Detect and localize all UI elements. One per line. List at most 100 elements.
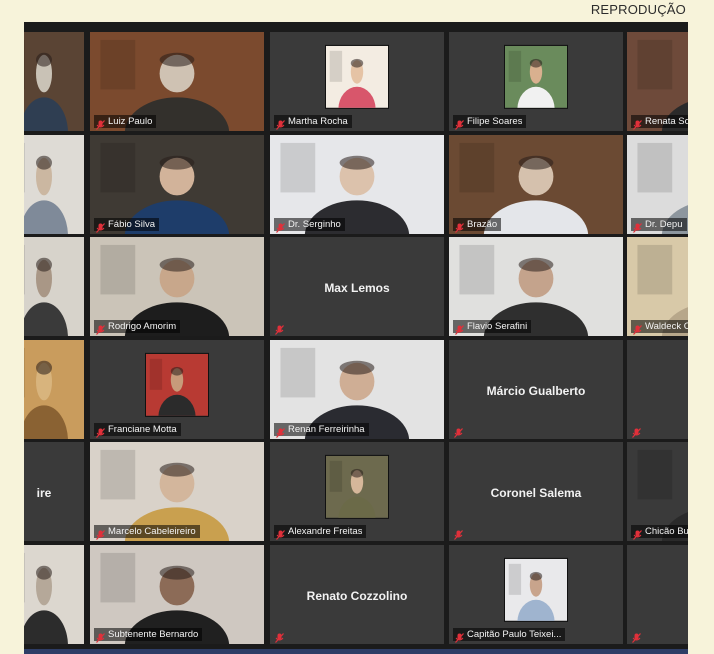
participant-video bbox=[24, 32, 84, 131]
participant-tile-r0c1[interactable]: Luiz Paulo bbox=[90, 32, 264, 131]
mic-muted-icon bbox=[632, 630, 641, 643]
participant-tile-r3c2[interactable]: Renan Ferreirinha bbox=[270, 340, 444, 439]
participant-tile-r5c3[interactable]: Capitão Paulo Teixei... bbox=[449, 545, 623, 644]
participant-tile-r5c1[interactable]: Subtenente Bernardo bbox=[90, 545, 264, 644]
participant-video bbox=[24, 237, 84, 336]
profile-photo bbox=[325, 454, 389, 519]
participant-tile-r2c3[interactable]: Flavio Serafini bbox=[449, 237, 623, 336]
participant-name: Brazão bbox=[467, 219, 498, 230]
participant-name: Filipe Soares bbox=[467, 116, 523, 127]
participant-tile-r0c4[interactable]: Renata So bbox=[627, 32, 688, 131]
participant-display-name: Coronel Salema bbox=[490, 485, 582, 500]
mic-muted-icon bbox=[276, 220, 285, 233]
mic-muted-icon bbox=[276, 117, 285, 130]
mic-muted-icon bbox=[632, 425, 641, 438]
mic-muted-icon bbox=[454, 425, 463, 438]
participant-name-label: Luiz Paulo bbox=[94, 115, 157, 130]
participant-display-name: ire bbox=[36, 485, 52, 500]
participant-name: Alexandre Freitas bbox=[288, 526, 363, 537]
participant-tile-r2c0[interactable] bbox=[24, 237, 84, 336]
mic-muted-icon bbox=[96, 117, 105, 130]
mic-muted-icon bbox=[96, 220, 105, 233]
profile-photo bbox=[504, 557, 568, 622]
participant-tile-r3c1[interactable]: Franciane Motta bbox=[90, 340, 264, 439]
participant-tile-r2c4[interactable]: Waldeck Car bbox=[627, 237, 688, 336]
participant-name-label: Filipe Soares bbox=[453, 115, 527, 130]
participant-tile-r3c0[interactable] bbox=[24, 340, 84, 439]
participant-tile-r2c2[interactable]: Max Lemos bbox=[270, 237, 444, 336]
participant-display-name: Pl bbox=[627, 384, 688, 398]
profile-photo bbox=[325, 44, 389, 109]
photo-credit: REPRODUÇÃO bbox=[590, 2, 686, 17]
participant-name-label: Rodrigo Amorim bbox=[94, 320, 181, 335]
participant-tile-r4c1[interactable]: Marcelo Cabeleireiro bbox=[90, 442, 264, 541]
mic-muted-icon bbox=[96, 322, 105, 335]
mic-muted-icon bbox=[96, 425, 105, 438]
participant-video bbox=[24, 545, 84, 644]
video-call-grid: Luiz Paulo Martha Rocha Filipe Soares Renat… bbox=[24, 22, 688, 654]
participant-tile-r5c4[interactable]: Del. bbox=[627, 545, 688, 644]
participant-name: Rodrigo Amorim bbox=[108, 321, 177, 332]
participant-name-label: Waldeck Car bbox=[631, 320, 688, 335]
mic-muted-icon bbox=[455, 630, 464, 643]
participant-tile-r4c3[interactable]: Coronel Salema bbox=[449, 442, 623, 541]
participant-tile-r4c2[interactable]: Alexandre Freitas bbox=[270, 442, 444, 541]
participant-name-label: Martha Rocha bbox=[274, 115, 352, 130]
participant-name: Chicão Bu bbox=[645, 526, 688, 537]
participant-tile-r3c3[interactable]: Márcio Gualberto bbox=[449, 340, 623, 439]
participant-name-label: Marcelo Cabeleireiro bbox=[94, 525, 200, 540]
mic-muted-icon bbox=[96, 630, 105, 643]
participant-name-label: Franciane Motta bbox=[94, 423, 181, 438]
participant-name-label: Brazão bbox=[453, 218, 502, 233]
participant-name: Dr. Depu bbox=[645, 219, 683, 230]
participant-name: Capitão Paulo Teixei... bbox=[467, 629, 562, 640]
participant-tile-r4c4[interactable]: Chicão Bu bbox=[627, 442, 688, 541]
participant-name: Luiz Paulo bbox=[108, 116, 153, 127]
mic-muted-icon bbox=[455, 220, 464, 233]
participant-tile-r1c3[interactable]: Brazão bbox=[449, 135, 623, 234]
participant-name-label: Flavio Serafini bbox=[453, 320, 532, 335]
participant-name: Martha Rocha bbox=[288, 116, 348, 127]
participant-tile-r3c4[interactable]: Pl bbox=[627, 340, 688, 439]
profile-photo bbox=[145, 352, 209, 417]
mic-muted-icon bbox=[633, 527, 642, 540]
participant-display-name: Renato Cozzolino bbox=[306, 588, 408, 603]
participant-name-label: Dr. Depu bbox=[631, 218, 687, 233]
mic-muted-icon bbox=[633, 220, 642, 233]
participant-name-label: Renan Ferreirinha bbox=[274, 423, 369, 438]
participant-name: Flavio Serafini bbox=[467, 321, 528, 332]
participant-name: Marcelo Cabeleireiro bbox=[108, 526, 196, 537]
participant-tile-r0c0[interactable] bbox=[24, 32, 84, 131]
meeting-toolbar bbox=[24, 649, 688, 654]
participant-tile-r0c2[interactable]: Martha Rocha bbox=[270, 32, 444, 131]
participant-name: Franciane Motta bbox=[108, 424, 177, 435]
participant-tile-r1c2[interactable]: Dr. Serginho bbox=[270, 135, 444, 234]
participant-video bbox=[24, 135, 84, 234]
participant-tile-r0c3[interactable]: Filipe Soares bbox=[449, 32, 623, 131]
mic-muted-icon bbox=[276, 425, 285, 438]
participant-name: Renan Ferreirinha bbox=[288, 424, 365, 435]
mic-muted-icon bbox=[455, 117, 464, 130]
participant-name: Renata So bbox=[645, 116, 688, 127]
participant-video bbox=[24, 340, 84, 439]
participant-tile-r1c4[interactable]: Dr. Depu bbox=[627, 135, 688, 234]
participant-tile-r2c1[interactable]: Rodrigo Amorim bbox=[90, 237, 264, 336]
participant-tile-r1c1[interactable]: Fábio Silva bbox=[90, 135, 264, 234]
participant-tile-r4c0[interactable]: ire bbox=[24, 442, 84, 541]
participant-tile-r1c0[interactable] bbox=[24, 135, 84, 234]
participant-name: Fábio Silva bbox=[108, 219, 155, 230]
participant-name: Dr. Serginho bbox=[288, 219, 341, 230]
participant-tile-r5c0[interactable] bbox=[24, 545, 84, 644]
profile-photo bbox=[504, 44, 568, 109]
participant-name-label: Capitão Paulo Teixei... bbox=[453, 628, 566, 643]
participant-name-label: Alexandre Freitas bbox=[274, 525, 367, 540]
mic-muted-icon bbox=[96, 527, 105, 540]
participant-name: Waldeck Car bbox=[645, 321, 688, 332]
participant-name-label: Subtenente Bernardo bbox=[94, 628, 203, 643]
mic-muted-icon bbox=[633, 322, 642, 335]
participant-name-label: Renata So bbox=[631, 115, 688, 130]
mic-muted-icon bbox=[275, 322, 284, 335]
participant-tile-r5c2[interactable]: Renato Cozzolino bbox=[270, 545, 444, 644]
participant-name-label: Fábio Silva bbox=[94, 218, 159, 233]
participant-name-label: Chicão Bu bbox=[631, 525, 688, 540]
